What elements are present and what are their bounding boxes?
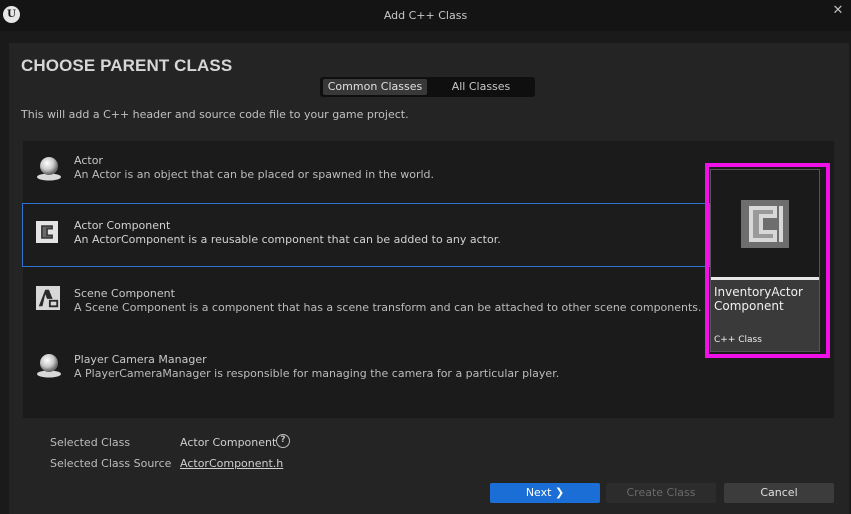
selected-class-source-label: Selected Class Source	[50, 457, 172, 470]
class-item-actor-component[interactable]: Actor Component An ActorComponent is a r…	[22, 203, 710, 267]
selected-class-source-link[interactable]: ActorComponent.h	[180, 457, 283, 470]
close-icon[interactable]: ✕	[829, 3, 847, 21]
class-item-title: Player Camera Manager	[74, 353, 207, 366]
class-item-title: Actor Component	[74, 219, 171, 232]
page-title: CHOOSE PARENT CLASS	[21, 56, 233, 75]
preview-class-name: InventoryActor Component	[714, 285, 803, 313]
class-preview-card[interactable]: InventoryActor Component C++ Class	[710, 169, 820, 352]
class-item-description: An Actor is an object that can be placed…	[74, 168, 435, 181]
tab-all-classes[interactable]: All Classes	[430, 79, 532, 95]
next-button[interactable]: Next ❯	[490, 483, 600, 503]
class-item-actor[interactable]: Actor An Actor is an object that can be …	[23, 141, 709, 205]
scene-component-icon	[36, 286, 60, 310]
window-title: Add C++ Class	[383, 9, 468, 22]
title-bar: U Add C++ Class ✕	[0, 0, 851, 31]
class-item-title: Scene Component	[74, 287, 175, 300]
class-item-title: Actor	[74, 154, 103, 167]
class-item-description: An ActorComponent is a reusable componen…	[74, 233, 501, 246]
help-icon[interactable]: ?	[276, 434, 290, 448]
preview-thumbnail	[711, 170, 819, 277]
page-description: This will add a C++ header and source co…	[21, 108, 409, 121]
selected-class-value: Actor Component	[180, 436, 277, 449]
class-item-description: A Scene Component is a component that ha…	[74, 301, 702, 314]
camera-manager-icon	[37, 354, 61, 378]
class-item-scene-component[interactable]: Scene Component A Scene Component is a c…	[23, 269, 709, 333]
cancel-button[interactable]: Cancel	[724, 483, 834, 503]
sphere-actor-icon	[37, 157, 61, 181]
class-item-player-camera-manager[interactable]: Player Camera Manager A PlayerCameraMana…	[23, 335, 709, 399]
preview-class-type: C++ Class	[714, 335, 762, 345]
selected-class-label: Selected Class	[50, 436, 131, 449]
class-tabs: Common Classes All Classes	[320, 77, 535, 97]
preview-divider	[711, 277, 819, 280]
create-class-button: Create Class	[606, 483, 716, 503]
cpp-class-icon	[741, 200, 789, 248]
actor-component-icon	[36, 221, 58, 243]
tab-common-classes[interactable]: Common Classes	[323, 79, 427, 95]
class-item-description: A PlayerCameraManager is responsible for…	[74, 367, 560, 380]
